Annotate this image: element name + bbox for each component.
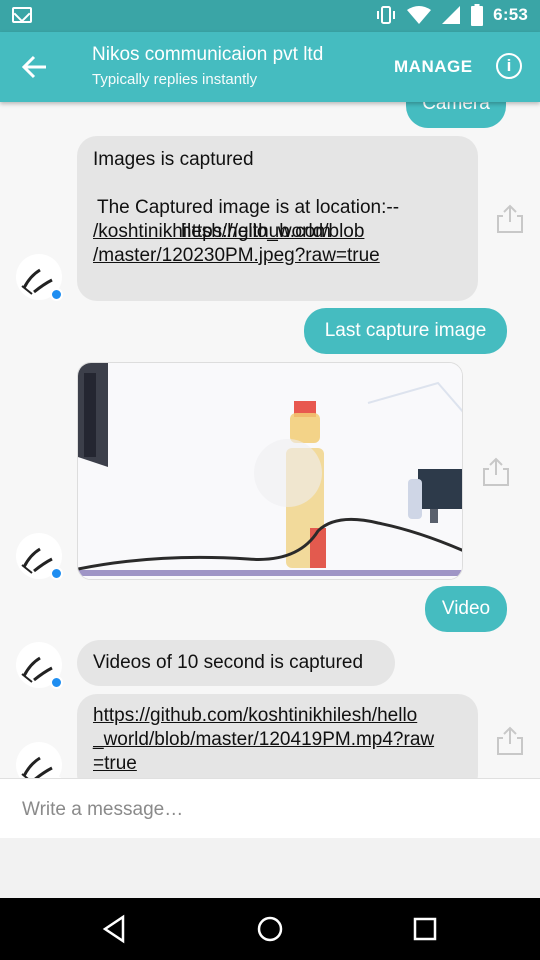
bot-avatar-icon	[21, 756, 53, 778]
avatar	[16, 533, 63, 580]
status-bar: 6:53	[0, 0, 540, 32]
outgoing-message-video: Video	[425, 586, 507, 632]
avatar	[16, 254, 63, 301]
messenger-badge-icon	[50, 676, 63, 689]
avatar	[16, 642, 63, 689]
system-navigation-bar	[0, 898, 540, 960]
messenger-badge-icon	[50, 288, 63, 301]
incoming-message-video-link: https://github.com/koshtinikhilesh/hello…	[77, 694, 478, 778]
page-title: Nikos communicaion pvt ltd	[92, 44, 324, 65]
vibrate-icon	[377, 6, 396, 24]
manage-button[interactable]: MANAGE	[394, 57, 473, 77]
video-link-part1[interactable]: https://github.com/koshtinikhilesh/hello	[93, 704, 462, 728]
composer-spacer	[0, 838, 540, 898]
avatar	[16, 742, 63, 778]
message-input[interactable]	[20, 793, 524, 827]
outgoing-message-last-capture: Last capture image	[304, 308, 507, 354]
video-link-part3[interactable]: =true	[93, 752, 462, 776]
nav-home-icon[interactable]	[254, 913, 286, 945]
gmail-notification-icon	[12, 7, 32, 23]
share-icon[interactable]	[495, 724, 525, 756]
share-icon[interactable]	[495, 202, 525, 234]
status-icons: 6:53	[375, 4, 528, 26]
message-location-text: The Captured image is at location:--	[97, 197, 400, 218]
incoming-message-video-captured: Videos of 10 second is captured	[77, 640, 395, 686]
outgoing-message-camera: Camera	[406, 102, 506, 128]
status-time: 6:53	[493, 5, 528, 24]
message-title: Images is captured	[93, 149, 254, 170]
message-text: Last capture image	[324, 320, 487, 341]
captured-photo-image	[78, 363, 462, 579]
message-composer	[0, 778, 540, 839]
back-arrow-icon[interactable]	[20, 52, 50, 82]
video-link-part2[interactable]: _world/blob/master/120419PM.mp4?raw	[93, 728, 462, 752]
message-list[interactable]: Camera Images is captured The Captured i…	[0, 102, 540, 778]
wifi-icon	[407, 6, 432, 24]
message-text: Camera	[422, 102, 490, 114]
nav-back-icon[interactable]	[99, 913, 131, 945]
messenger-badge-icon	[50, 567, 63, 580]
info-icon[interactable]: i	[496, 53, 522, 79]
message-text: Video	[441, 598, 491, 619]
signal-icon	[442, 6, 461, 24]
image-link-part1[interactable]: https://github.com	[181, 220, 331, 244]
incoming-message-image-captured: Images is captured The Captured image is…	[77, 136, 478, 301]
captured-photo[interactable]	[77, 362, 463, 580]
nav-recents-icon[interactable]	[409, 913, 441, 945]
share-icon[interactable]	[481, 455, 511, 487]
chat-header: Nikos communicaion pvt ltd Typically rep…	[0, 32, 540, 102]
battery-icon	[471, 4, 484, 26]
message-text: Videos of 10 second is captured	[93, 652, 364, 673]
image-link-part3[interactable]: /master/120230PM.jpeg?raw=true	[93, 244, 462, 268]
page-subtitle: Typically replies instantly	[92, 71, 258, 88]
